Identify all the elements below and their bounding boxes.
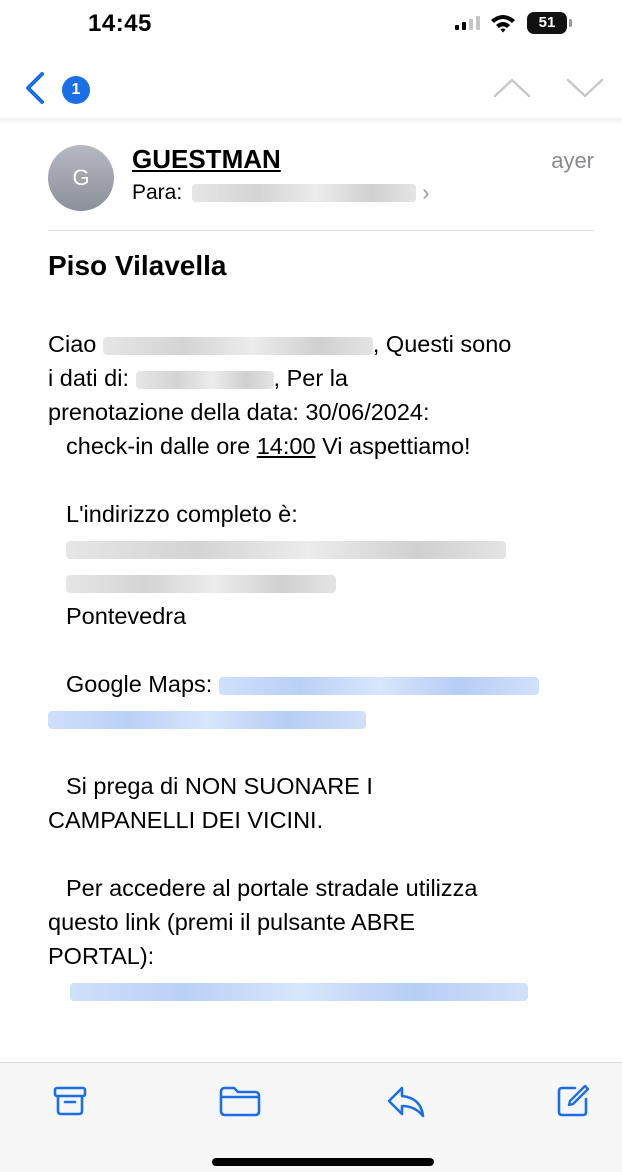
compose-icon[interactable] (555, 1083, 591, 1119)
nav-divider (0, 118, 622, 124)
home-indicator[interactable] (212, 1158, 434, 1166)
wifi-icon (491, 15, 515, 33)
portal-line-2: questo link (premi il pulsante ABRE (48, 909, 416, 935)
cellular-signal-icon (455, 16, 481, 30)
property-name-redacted (135, 370, 274, 389)
address-postal-blur (66, 574, 336, 593)
portal-link[interactable] (70, 982, 528, 1001)
guest-name-redacted (102, 336, 373, 355)
email-subject: Piso Vilavella (48, 250, 227, 281)
maps-link[interactable] (218, 676, 539, 695)
maps-link-continued[interactable] (48, 710, 366, 729)
message-date: ayer (551, 148, 594, 173)
address-line1-redacted (48, 531, 608, 565)
address-street-blur (66, 540, 506, 559)
checkin-time-link[interactable]: 14:00 (257, 433, 316, 459)
status-time: 14:45 (88, 10, 152, 37)
folder-icon[interactable] (218, 1083, 262, 1119)
reply-icon[interactable] (386, 1083, 426, 1119)
to-label: Para: (132, 181, 183, 204)
maps-label: Google Maps: (66, 671, 213, 697)
portal-line-3: PORTAL): (48, 943, 155, 969)
checkin-line: check-in dalle ore 14:00 Vi aspettiamo! (48, 429, 608, 463)
address-city: Pontevedra (66, 603, 187, 629)
greeting-start: Ciao (48, 331, 97, 357)
archive-icon[interactable] (52, 1083, 88, 1119)
greeting-end: , Questi sono (372, 331, 512, 357)
notice-line-1: Si prega di NON SUONARE I (66, 773, 373, 799)
recipient-email-redacted (192, 184, 417, 202)
header-divider (48, 230, 594, 231)
sender-avatar[interactable]: G (48, 145, 114, 211)
chevron-up-icon[interactable] (492, 76, 532, 100)
address-label: L'indirizzo completo è: (66, 501, 298, 527)
recipient-row[interactable]: Para: › (132, 178, 430, 208)
booking-date-line: prenotazione della data: 30/06/2024: (48, 399, 430, 425)
address-line2-redacted (48, 565, 608, 599)
bottom-toolbar (0, 1062, 622, 1172)
checkin-after-text: Vi aspettiamo! (322, 433, 471, 459)
maps-line: Google Maps: (48, 667, 608, 701)
battery-tip (569, 19, 572, 27)
chevron-left-icon[interactable] (20, 70, 50, 106)
greeting-line: Ciao , Questi sono (48, 327, 608, 361)
data-di-text: i dati di: (48, 365, 129, 391)
chevron-right-icon: › (422, 180, 430, 205)
mail-screen: 14:45 51 1 G GUESTMAN ayer Para: › Piso … (0, 0, 622, 1172)
portal-line-1: Per accedere al portale stradale utilizz… (66, 875, 478, 901)
chevron-down-icon[interactable] (565, 76, 605, 100)
notice-line-2: CAMPANELLI DEI VICINI. (48, 807, 324, 833)
portal-link-line (48, 973, 608, 1007)
email-body: Ciao , Questi sono i dati di: , Per la p… (48, 327, 608, 1007)
battery-icon: 51 (527, 12, 567, 34)
property-line: i dati di: , Per la (48, 361, 608, 395)
checkin-text: check-in dalle ore (66, 433, 251, 459)
per-la-text: , Per la (273, 365, 348, 391)
maps-link-cont (48, 701, 608, 735)
sender-name[interactable]: GUESTMAN (132, 144, 281, 175)
message-nav-bar: 1 (0, 60, 622, 118)
unread-count-badge[interactable]: 1 (62, 76, 90, 104)
status-bar: 14:45 51 (0, 0, 622, 52)
